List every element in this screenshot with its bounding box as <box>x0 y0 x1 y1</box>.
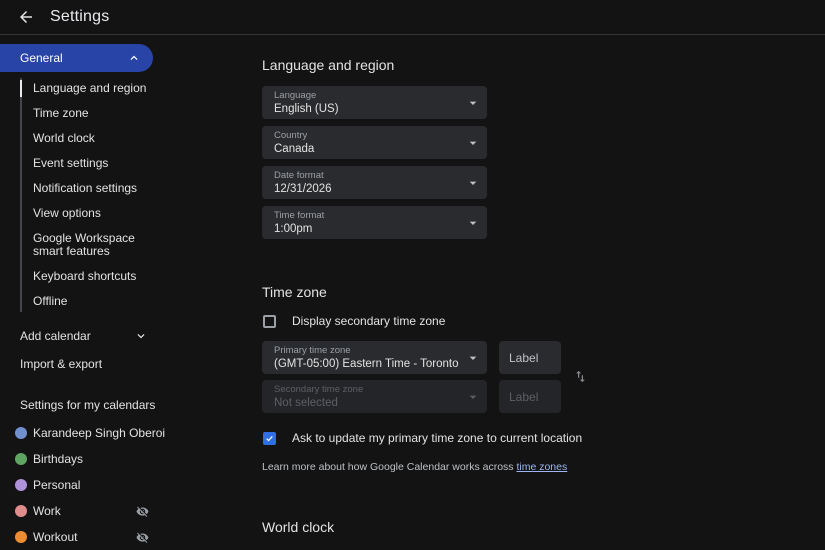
subnav-label: Google Workspace smart features <box>33 231 135 258</box>
section-title-language-and-region: Language and region <box>262 57 395 73</box>
sidebar-item-event-settings[interactable]: Event settings <box>20 151 170 176</box>
primary-timezone-label-input[interactable] <box>499 341 561 374</box>
calendar-color-dot <box>15 479 27 491</box>
subnav-label: Notification settings <box>33 181 138 195</box>
country-select[interactable]: Country Canada <box>262 126 487 159</box>
field-label: Time format <box>274 210 325 221</box>
field-label: Date format <box>274 170 324 181</box>
field-value: (GMT-05:00) Eastern Time - Toronto <box>274 358 459 370</box>
settings-page: Settings General Language and region Tim… <box>0 0 825 544</box>
sidebar-item-keyboard-shortcuts[interactable]: Keyboard shortcuts <box>20 264 170 289</box>
settings-content: Language and region Language English (US… <box>240 35 825 544</box>
language-region-section: Language and region Language English (US… <box>262 57 825 239</box>
sidebar-item-import-export[interactable]: Import & export <box>0 350 152 378</box>
field-value: Canada <box>274 143 315 155</box>
add-calendar-label: Add calendar <box>20 329 91 343</box>
dropdown-caret-icon <box>469 181 477 185</box>
ask-update-timezone-row[interactable]: Ask to update my primary time zone to cu… <box>262 431 825 445</box>
subnav-label: Time zone <box>33 106 89 120</box>
sidebar: General Language and region Time zone Wo… <box>0 35 240 544</box>
field-value: 1:00pm <box>274 223 313 235</box>
general-subnav: Language and region Time zone World cloc… <box>20 76 240 314</box>
display-secondary-timezone-checkbox[interactable] <box>263 314 276 328</box>
dropdown-caret-icon <box>469 141 477 145</box>
sidebar-item-time-zone[interactable]: Time zone <box>20 101 170 126</box>
sidebar-item-language-and-region[interactable]: Language and region <box>20 76 170 101</box>
sidebar-item-world-clock[interactable]: World clock <box>20 126 170 151</box>
sidebar-item-view-options[interactable]: View options <box>20 201 170 226</box>
arrow-back-icon <box>20 11 32 23</box>
timezone-grid: Primary time zone (GMT-05:00) Eastern Ti… <box>262 341 825 413</box>
checkbox-label: Display secondary time zone <box>292 314 446 328</box>
calendar-name: Work <box>33 504 61 518</box>
display-secondary-timezone-row[interactable]: Display secondary time zone <box>262 314 825 328</box>
calendar-color-dot <box>15 453 27 465</box>
calendar-color-dot <box>15 531 27 543</box>
header: Settings <box>0 0 825 35</box>
calendar-item-personal[interactable]: Personal <box>0 472 170 498</box>
time-zone-section: Time zone Display secondary time zone Pr… <box>262 284 825 473</box>
subnav-label: Event settings <box>33 156 109 170</box>
calendar-item-birthdays[interactable]: Birthdays <box>0 446 170 472</box>
swap-timezones-button[interactable] <box>572 369 588 385</box>
subnav-label: Offline <box>33 294 68 308</box>
chevron-down-icon <box>137 334 145 339</box>
sidebar-item-notification-settings[interactable]: Notification settings <box>20 176 170 201</box>
general-label: General <box>20 51 63 65</box>
eye-off-icon[interactable] <box>136 531 149 544</box>
sidebar-item-add-calendar[interactable]: Add calendar <box>0 322 152 350</box>
calendar-name: Personal <box>33 478 81 492</box>
field-value: Not selected <box>274 397 338 409</box>
ask-update-timezone-checkbox[interactable] <box>263 431 276 445</box>
field-label: Language <box>274 90 317 101</box>
calendar-color-dot <box>15 505 27 517</box>
section-title-world-clock: World clock <box>262 519 335 535</box>
sidebar-item-google-workspace-smart-features[interactable]: Google Workspace smart features <box>20 226 160 264</box>
field-label: Secondary time zone <box>274 384 364 395</box>
calendar-name: Workout <box>33 530 78 544</box>
calendar-name: Birthdays <box>33 452 84 466</box>
field-value: English (US) <box>274 103 339 115</box>
dropdown-caret-icon <box>469 101 477 105</box>
dropdown-caret-icon <box>469 221 477 225</box>
time-format-select[interactable]: Time format 1:00pm <box>262 206 487 239</box>
field-label: Primary time zone <box>274 345 351 356</box>
time-zones-link[interactable]: time zones <box>516 461 567 473</box>
world-clock-section: World clock Show world clock <box>262 519 825 544</box>
calendar-item-workout[interactable]: Workout <box>0 524 170 550</box>
dropdown-caret-icon <box>469 356 477 360</box>
calendar-color-dot <box>15 427 27 439</box>
learn-more-text: Learn more about how Google Calendar wor… <box>262 461 825 473</box>
date-format-select[interactable]: Date format 12/31/2026 <box>262 166 487 199</box>
section-title-time-zone: Time zone <box>262 284 327 300</box>
subnav-label: Keyboard shortcuts <box>33 269 137 283</box>
language-select[interactable]: Language English (US) <box>262 86 487 119</box>
field-value: 12/31/2026 <box>274 183 332 195</box>
import-export-label: Import & export <box>20 357 103 371</box>
back-button[interactable] <box>14 5 38 29</box>
secondary-timezone-label-input[interactable] <box>499 380 561 413</box>
dropdown-caret-icon <box>469 395 477 399</box>
my-calendars-heading: Settings for my calendars <box>20 398 156 412</box>
secondary-timezone-select[interactable]: Secondary time zone Not selected <box>262 380 487 413</box>
calendar-item-karandeep[interactable]: Karandeep Singh Oberoi <box>0 420 170 446</box>
checkmark-icon <box>266 435 273 441</box>
swap-vertical-icon <box>575 370 585 383</box>
subnav-label: Language and region <box>33 81 147 95</box>
calendar-name: Karandeep Singh Oberoi <box>33 426 166 440</box>
sidebar-item-general[interactable]: General <box>0 44 153 72</box>
subnav-label: World clock <box>33 131 95 145</box>
field-label: Country <box>274 130 308 141</box>
checkbox-label: Ask to update my primary time zone to cu… <box>292 431 583 445</box>
eye-off-icon[interactable] <box>136 505 149 518</box>
chevron-up-icon <box>130 55 138 60</box>
subnav-label: View options <box>33 206 101 220</box>
sidebar-item-offline[interactable]: Offline <box>20 289 170 314</box>
page-title: Settings <box>50 8 110 25</box>
calendar-item-work[interactable]: Work <box>0 498 170 524</box>
primary-timezone-select[interactable]: Primary time zone (GMT-05:00) Eastern Ti… <box>262 341 487 374</box>
learn-more-prefix: Learn more about how Google Calendar wor… <box>262 461 517 473</box>
